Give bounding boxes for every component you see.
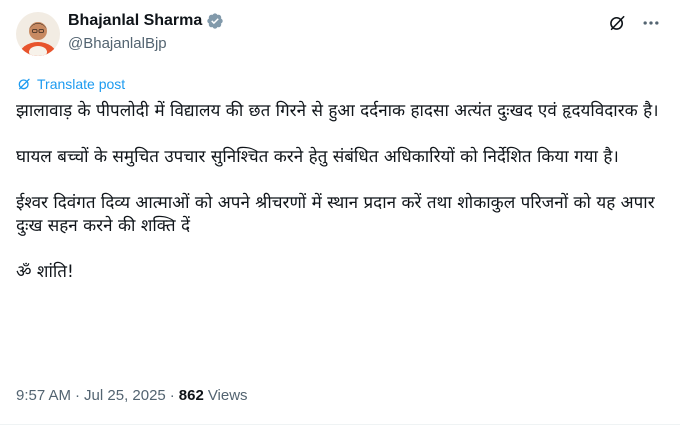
meta-separator: · (75, 387, 81, 404)
meta-separator: · (169, 387, 175, 404)
translate-label: Translate post (37, 76, 126, 92)
post-time[interactable]: 9:57 AM (16, 387, 71, 404)
author-name-row: Bhajanlal Sharma (68, 12, 224, 30)
post-paragraph: घायल बच्चों के समुचित उपचार सुनिश्चित कर… (16, 147, 619, 167)
post-actions (606, 12, 662, 34)
post-text: झालावाड़ के पीपलोदी में विद्यालय की छत ग… (16, 100, 666, 284)
avatar[interactable] (16, 12, 60, 56)
author-display-name[interactable]: Bhajanlal Sharma (68, 12, 202, 30)
post-card: Bhajanlal Sharma @BhajanlalBjp Translate… (0, 0, 680, 425)
author-handle[interactable]: @BhajanlalBjp (68, 35, 167, 52)
post-paragraph: ॐ शांति! (16, 262, 74, 282)
more-icon[interactable] (640, 12, 662, 34)
translate-icon (16, 76, 32, 92)
views-count: 862 (178, 387, 204, 404)
post-date[interactable]: Jul 25, 2025 (84, 387, 166, 404)
post-paragraph: झालावाड़ के पीपलोदी में विद्यालय की छत ग… (16, 101, 659, 121)
grok-icon[interactable] (606, 12, 628, 34)
post-meta: 9:57 AM · Jul 25, 2025 · 862 Views (16, 387, 248, 404)
verified-badge-icon[interactable] (206, 12, 224, 30)
views-label: Views (207, 387, 248, 404)
post-paragraph: ईश्वर दिवंगत दिव्य आत्माओं को अपने श्रीच… (16, 193, 655, 236)
translate-post-link[interactable]: Translate post (16, 76, 125, 92)
